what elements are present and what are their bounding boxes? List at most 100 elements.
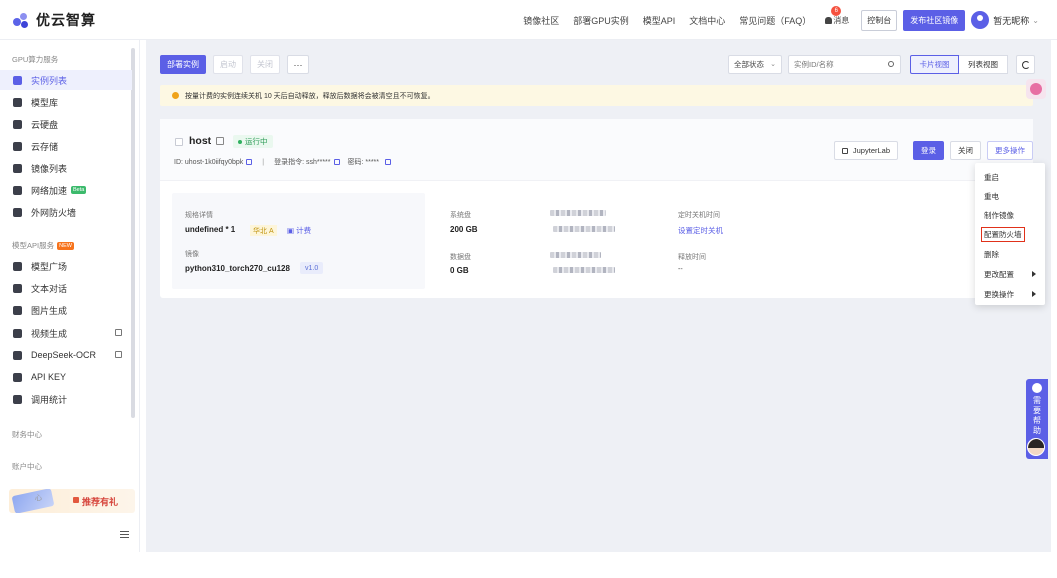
sidebar-item-label: 外网防火墙 [31, 207, 77, 218]
external-link-icon [115, 351, 122, 358]
refresh-icon [1021, 60, 1030, 69]
more-operations-menu: 重启 重电 制作镜像 配置防火墙 删除 更改配置 更换操作 [975, 163, 1045, 305]
status-filter-select[interactable]: 全部状态 ⌄ [728, 55, 782, 74]
help-char: 助 [1033, 426, 1041, 435]
more-actions-button[interactable]: ··· [287, 55, 309, 74]
menu-item-configure-firewall[interactable]: 配置防火墙 [981, 227, 1025, 242]
submenu-arrow-icon [1032, 291, 1036, 297]
image-version-badge: v1.0 [300, 262, 324, 274]
referral-banner[interactable]: 心 推荐有礼 [9, 489, 135, 513]
billing-link[interactable]: ▣ 计费 [287, 225, 311, 236]
start-button[interactable]: 启动 [213, 55, 243, 74]
section-account[interactable]: 账户中心 [12, 461, 42, 472]
sidebar-item-network-accel[interactable]: 网络加速 Beta [0, 180, 132, 200]
chevron-down-icon: ⌄ [1032, 15, 1039, 25]
release-title: 释放时间 [678, 254, 706, 261]
notice-text: 按量计费的实例连续关机 10 天后自动释放，释放后数据将会被清空且不可恢复。 [185, 92, 435, 100]
instance-search[interactable] [788, 55, 901, 74]
nav-docs[interactable]: 文档中心 [689, 14, 725, 27]
copy-login-icon[interactable] [333, 159, 340, 165]
sidebar-item-video-gen[interactable]: 视频生成 [0, 323, 132, 343]
more-operations-button[interactable]: 更多操作 [987, 141, 1033, 160]
set-shutdown-link[interactable]: 设置定时关机 [678, 225, 723, 236]
image-title: 镜像 [185, 251, 199, 258]
bell-icon [825, 16, 833, 24]
refresh-button[interactable] [1016, 55, 1035, 74]
menu-item-delete[interactable]: 删除 [984, 249, 999, 260]
redacted-text [553, 267, 615, 273]
logo-icon [12, 11, 30, 29]
instance-card: host 运行中 ID: uhost-1k0iifqy0bpk | 登录指令: … [160, 119, 1033, 298]
support-agent-avatar[interactable] [1027, 438, 1045, 456]
edit-name-icon[interactable] [216, 137, 224, 145]
sidebar-item-model-plaza[interactable]: 模型广场 [0, 256, 132, 276]
release-notice: 按量计费的实例连续关机 10 天后自动释放，释放后数据将会被清空且不可恢复。 [160, 85, 1033, 106]
top-bar: 优云智算 镜像社区 部署GPU实例 模型API 文档中心 常见问题（FAQ） 6… [0, 0, 1057, 40]
menu-item-change-os[interactable]: 更换操作 [984, 289, 1014, 300]
sidebar-item-text-chat[interactable]: 文本对话 [0, 278, 132, 298]
section-finance[interactable]: 财务中心 [12, 429, 42, 440]
collapse-menu-icon[interactable] [120, 531, 129, 540]
instance-checkbox[interactable] [175, 138, 183, 146]
publish-image-button[interactable]: 发布社区镜像 [903, 9, 966, 31]
image-gen-icon [13, 305, 22, 315]
sidebar-item-image-gen[interactable]: 图片生成 [0, 300, 132, 320]
usage-stats-icon [13, 394, 22, 404]
section-api: 模型API服务 NEW [12, 240, 74, 251]
copy-id-icon[interactable] [246, 159, 253, 165]
sidebar-item-cloud-storage[interactable]: 云存储 [0, 136, 132, 156]
card-view-toggle[interactable]: 卡片视图 [910, 55, 959, 74]
sidebar-item-firewall[interactable]: 外网防火墙 [0, 202, 132, 222]
menu-item-make-image[interactable]: 制作镜像 [984, 210, 1014, 221]
system-disk-title: 系统盘 [450, 212, 471, 219]
login-button[interactable]: 登录 [913, 141, 944, 160]
referral-text: 推荐有礼 [82, 497, 119, 507]
login-command: 登录指令: ssh***** [274, 159, 331, 166]
sidebar-item-usage-stats[interactable]: 调用统计 [0, 389, 132, 409]
menu-item-restart[interactable]: 重启 [984, 172, 999, 183]
spec-value: undefined * 1 [185, 225, 236, 234]
sidebar-item-image-list[interactable]: 镜像列表 [0, 158, 132, 178]
image-list-icon [13, 163, 22, 173]
sidebar-item-api-key[interactable]: API KEY [0, 367, 132, 387]
sidebar-item-deepseek-ocr[interactable]: DeepSeek-OCR [0, 345, 132, 365]
search-input[interactable] [789, 56, 879, 73]
nav-image-community[interactable]: 镜像社区 [523, 14, 559, 27]
cloud-storage-icon [13, 141, 22, 151]
list-view-toggle[interactable]: 列表视图 [959, 55, 1008, 74]
close-instance-button[interactable]: 关闭 [950, 141, 981, 160]
page-bottom [0, 552, 1057, 578]
sidebar: GPU算力服务 实例列表 模型库 云硬盘 云存储 镜像列表 网络加速 Beta … [0, 40, 140, 552]
help-char: 要 [1033, 406, 1041, 415]
search-icon[interactable] [888, 61, 894, 67]
menu-item-power[interactable]: 重电 [984, 191, 999, 202]
avatar [971, 11, 990, 29]
floating-assistant-button[interactable] [1026, 79, 1046, 99]
video-gen-icon [13, 328, 22, 338]
release-value: -- [678, 266, 683, 273]
deploy-instance-button[interactable]: 部署实例 [160, 55, 206, 74]
model-plaza-icon [13, 261, 22, 271]
user-menu[interactable]: 暂无昵称 ⌄ [971, 11, 1039, 29]
messages-label: 消息 [833, 15, 850, 25]
jupyterlab-button[interactable]: JupyterLab [833, 141, 898, 160]
sidebar-item-model-library[interactable]: 模型库 [0, 92, 132, 112]
nav-faq[interactable]: 常见问题（FAQ） [739, 14, 811, 27]
external-link-icon [115, 329, 122, 336]
logo[interactable]: 优云智算 [12, 10, 96, 30]
sidebar-item-cloud-disk[interactable]: 云硬盘 [0, 114, 132, 134]
stop-button[interactable]: 关闭 [250, 55, 280, 74]
section-gpu: GPU算力服务 [12, 55, 59, 64]
status-dot-icon [238, 139, 242, 144]
copy-password-icon[interactable] [385, 159, 392, 165]
warning-icon [172, 92, 179, 99]
menu-item-change-config[interactable]: 更改配置 [984, 269, 1014, 280]
nav-model-api[interactable]: 模型API [643, 14, 676, 27]
nav-deploy-gpu[interactable]: 部署GPU实例 [573, 14, 629, 27]
sidebar-item-instance-list[interactable]: 实例列表 [0, 70, 132, 90]
console-button[interactable]: 控制台 [861, 9, 898, 31]
cloud-disk-icon [13, 119, 22, 129]
messages-button[interactable]: 6 消息 [825, 5, 850, 26]
help-char: 帮 [1033, 416, 1041, 425]
sidebar-item-label: 镜像列表 [31, 163, 68, 174]
